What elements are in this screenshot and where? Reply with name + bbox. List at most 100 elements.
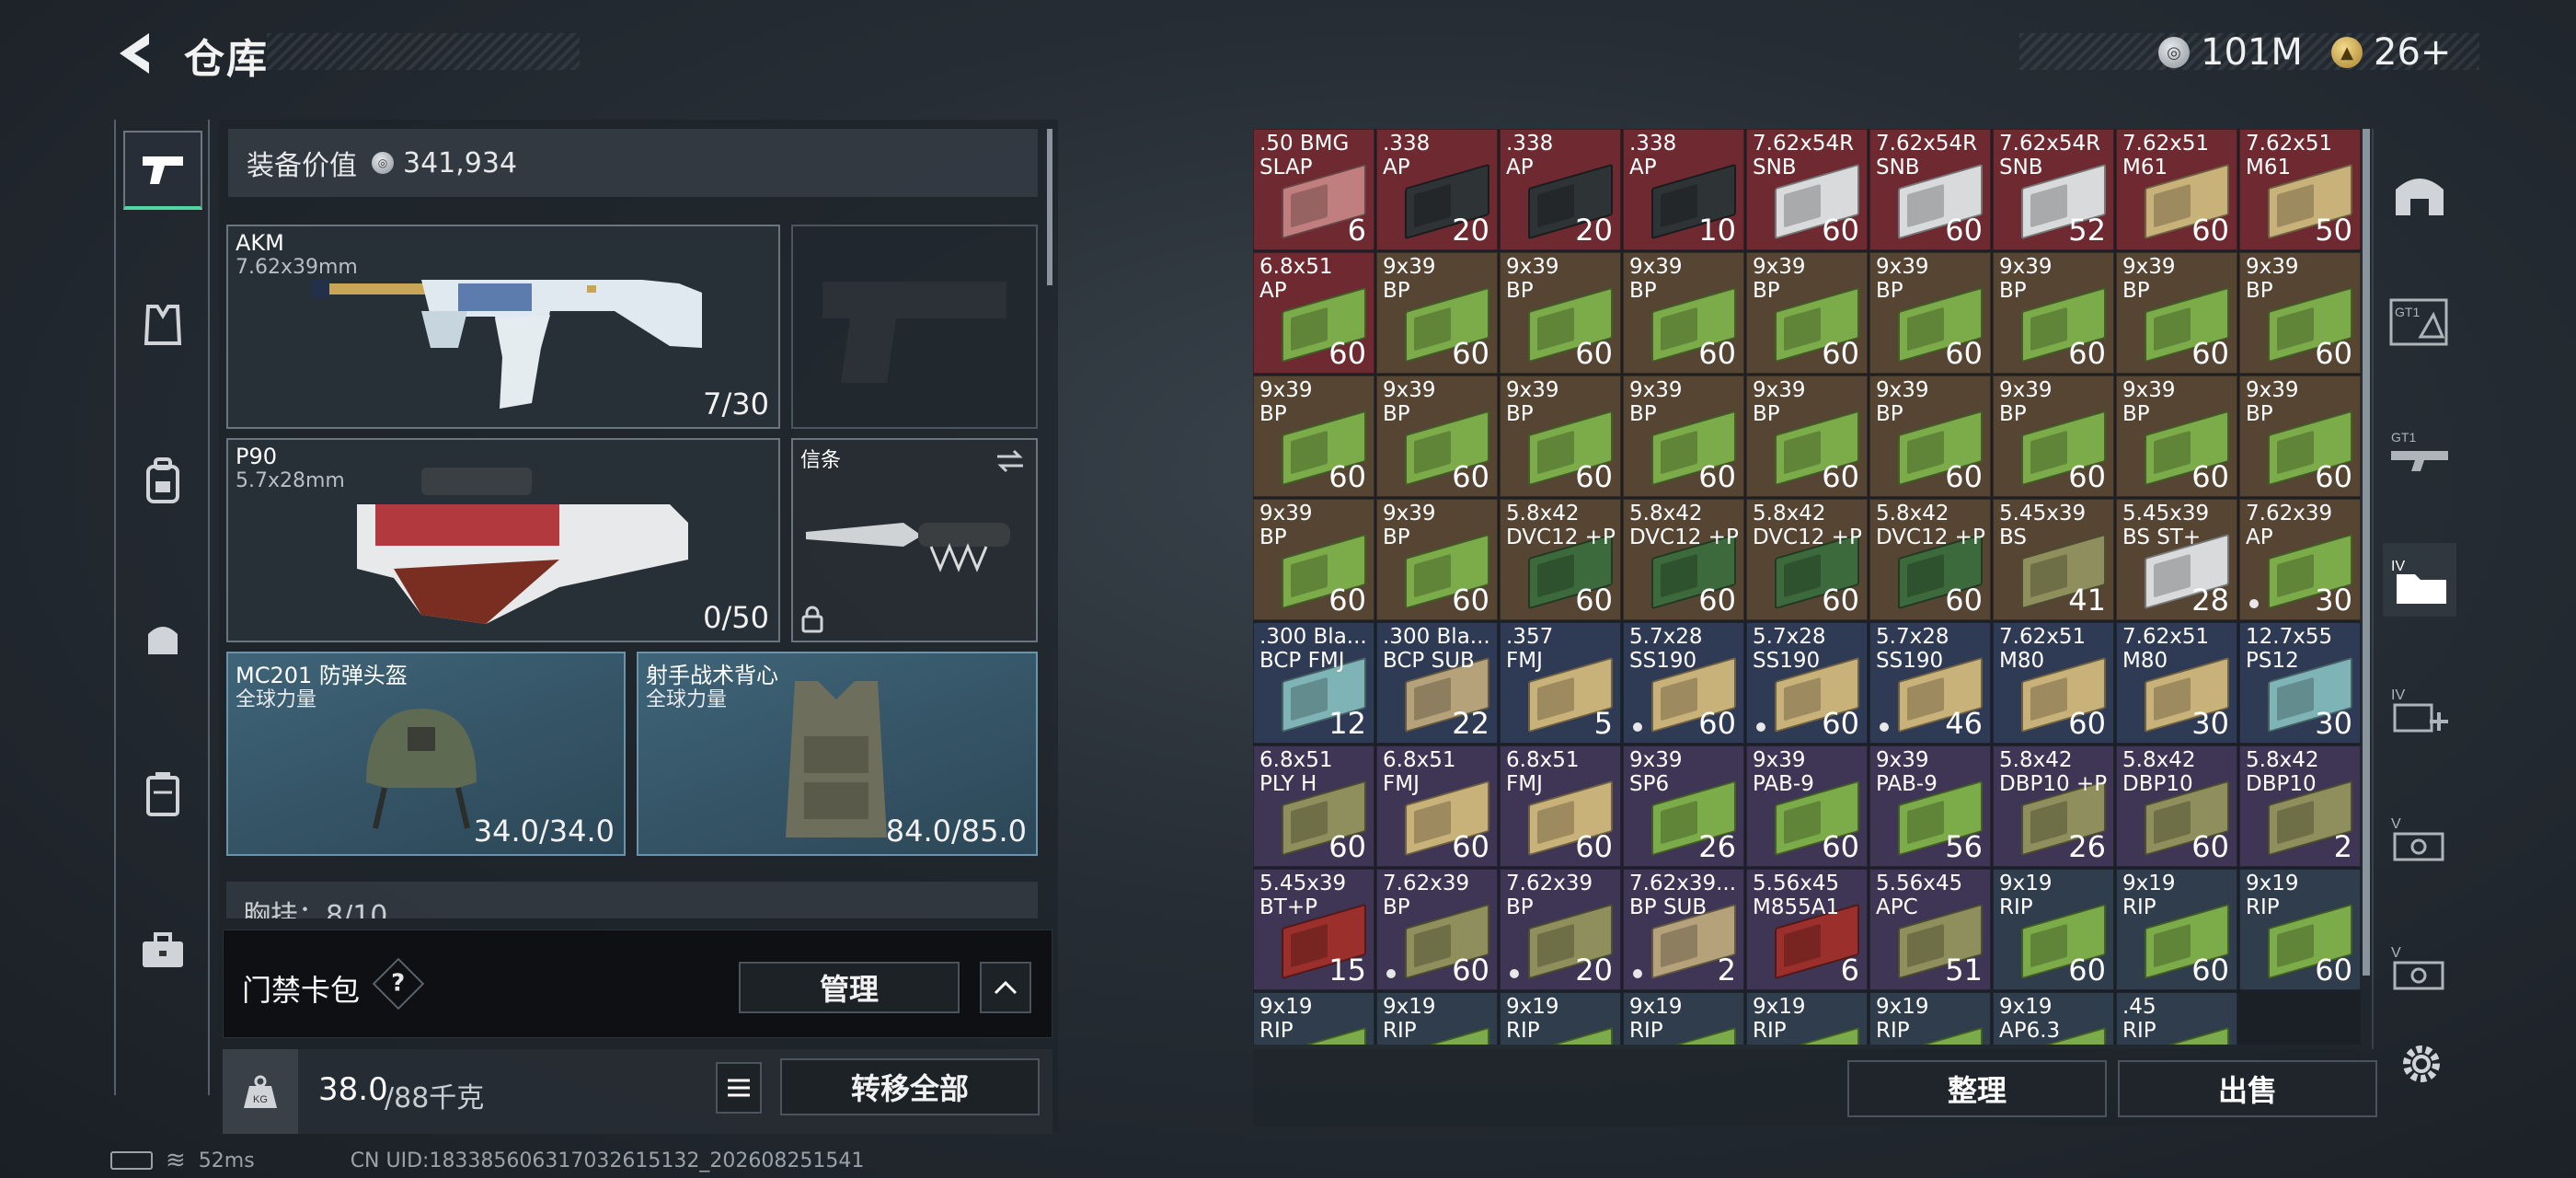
sell-button[interactable]: 出售 [2118, 1060, 2377, 1117]
list-view-button[interactable] [716, 1062, 762, 1114]
ammo-item[interactable]: .357 FMJ 5 [1500, 622, 1621, 744]
ammo-item[interactable]: 9x19 RIP [1500, 992, 1621, 1045]
ammo-item[interactable]: 9x19 RIP [1746, 992, 1868, 1045]
ammo-item[interactable]: 9x39 BP 60 [1869, 375, 1991, 497]
tool-v-case[interactable]: V [2383, 801, 2456, 874]
ammo-item[interactable]: .338 AP 20 [1376, 129, 1498, 250]
ammo-item[interactable]: 5.8x42 DVC12 +P 60 [1746, 499, 1868, 620]
ammo-item[interactable]: 9x19 RIP [1869, 992, 1991, 1045]
ammo-item[interactable]: .338 AP 10 [1623, 129, 1744, 250]
sidearm-slot-empty[interactable] [791, 225, 1038, 429]
ammo-item[interactable]: 5.7x28 SS190 60 [1746, 622, 1868, 744]
ammo-item[interactable]: .338 AP 20 [1500, 129, 1621, 250]
gold-currency[interactable]: ▲ 26+ [2331, 31, 2451, 74]
ammo-item[interactable]: 9x39 BP 60 [1376, 252, 1498, 374]
ammo-item[interactable]: 7.62x51 M61 60 [2116, 129, 2237, 250]
nav-vest[interactable] [123, 285, 202, 364]
ammo-item[interactable]: 9x39 BP 60 [1376, 499, 1498, 620]
ammo-item[interactable]: 9x39 BP 60 [2116, 375, 2237, 497]
ammo-item[interactable]: 6.8x51 FMJ 60 [1500, 745, 1621, 867]
ammo-item[interactable]: 5.8x42 DBP10 60 [2116, 745, 2237, 867]
tool-gt1[interactable]: GT1 [2383, 285, 2456, 359]
melee-slot[interactable]: 信条 [791, 438, 1038, 642]
ammo-item[interactable]: 6.8x51 PLY H 60 [1253, 745, 1374, 867]
ammo-item[interactable]: 9x39 BP 60 [1993, 252, 2114, 374]
transfer-all-button[interactable]: 转移全部 [780, 1058, 1040, 1115]
ammo-item[interactable]: 9x39 BP 60 [1253, 499, 1374, 620]
ammo-item[interactable]: .300 Bla... BCP FMJ 12 [1253, 622, 1374, 744]
ammo-item[interactable]: 9x39 BP 60 [1746, 375, 1868, 497]
tool-helmet-slot[interactable] [2383, 156, 2456, 230]
ammo-item[interactable]: 5.56x45 APC 51 [1869, 869, 1991, 990]
ammo-item[interactable]: 9x39 SP6 26 [1623, 745, 1744, 867]
ammo-item[interactable]: 9x19 RIP [1623, 992, 1744, 1045]
ammo-item[interactable]: 9x39 BP 60 [2239, 252, 2361, 374]
collapse-button[interactable] [980, 962, 1031, 1013]
ammo-item[interactable]: 9x39 BP 60 [1746, 252, 1868, 374]
ammo-item[interactable]: .300 Bla... BCP SUB 22 [1376, 622, 1498, 744]
ammo-item[interactable]: 9x19 RIP 60 [2116, 869, 2237, 990]
ammo-item[interactable]: 7.62x51 M80 30 [2116, 622, 2237, 744]
swap-arrows-icon[interactable] [994, 447, 1027, 475]
primary-weapon-slot[interactable]: AKM 7.62x39mm 7/30 [226, 225, 780, 429]
ammo-item[interactable]: 5.45x39 BS ST+ 28 [2116, 499, 2237, 620]
keycard-help-icon[interactable]: ? [372, 957, 425, 1011]
tool-v-case-2[interactable]: V [2383, 930, 2456, 1003]
ammo-item[interactable]: 9x39 BP 60 [1993, 375, 2114, 497]
ammo-item[interactable]: 9x39 BP 60 [1253, 375, 1374, 497]
settings-button[interactable] [2396, 1038, 2447, 1090]
ammo-item[interactable]: 7.62x54R SNB 52 [1993, 129, 2114, 250]
ammo-item[interactable]: 9x19 RIP 60 [1993, 869, 2114, 990]
equipment-scrollbar[interactable] [1047, 129, 1052, 285]
sort-button[interactable]: 整理 [1847, 1060, 2107, 1117]
ammo-item[interactable]: 6.8x51 FMJ 60 [1376, 745, 1498, 867]
ammo-item[interactable]: 7.62x54R SNB 60 [1869, 129, 1991, 250]
ammo-item[interactable]: 5.45x39 BT+P 15 [1253, 869, 1374, 990]
ammo-item[interactable]: .50 BMG SLAP 6 [1253, 129, 1374, 250]
nav-toolbox[interactable] [123, 911, 202, 990]
ammo-item[interactable]: 5.8x42 DBP10 +P 26 [1993, 745, 2114, 867]
grid-scrollbar-thumb[interactable] [2363, 129, 2370, 976]
ammo-item[interactable]: 5.8x42 DVC12 +P 60 [1869, 499, 1991, 620]
armor-slot[interactable]: 射手战术背心 全球力量 84.0/85.0 [637, 652, 1038, 856]
ammo-item[interactable]: 9x39 PAB-9 56 [1869, 745, 1991, 867]
ammo-item[interactable]: 7.62x39 BP 60 [1376, 869, 1498, 990]
manage-button[interactable]: 管理 [739, 962, 960, 1013]
nav-backpack[interactable] [123, 442, 202, 521]
ammo-item[interactable]: 7.62x39 AP 30 [2239, 499, 2361, 620]
ammo-item[interactable]: 7.62x51 M61 50 [2239, 129, 2361, 250]
ammo-item[interactable]: 7.62x51 M80 60 [1993, 622, 2114, 744]
ammo-item[interactable]: 9x39 BP 60 [1376, 375, 1498, 497]
ammo-item[interactable]: 9x39 BP 60 [1869, 252, 1991, 374]
silver-currency[interactable]: ◎ 101M [2158, 31, 2303, 74]
ammo-item[interactable]: 9x19 AP6.3 [1993, 992, 2114, 1045]
chest-rig-row[interactable]: 胸挂：8/10 [226, 882, 1038, 918]
tool-iv-folder[interactable]: IV [2383, 543, 2456, 617]
tool-gt1-rifle[interactable]: GT1 [2383, 414, 2456, 488]
ammo-item[interactable]: 7.62x54R SNB 60 [1746, 129, 1868, 250]
ammo-item[interactable]: 9x39 BP 60 [1500, 375, 1621, 497]
ammo-item[interactable]: 5.7x28 SS190 60 [1623, 622, 1744, 744]
ammo-item[interactable]: 9x39 BP 60 [1623, 375, 1744, 497]
ammo-item[interactable]: 5.8x42 DVC12 +P 60 [1623, 499, 1744, 620]
nav-weapons[interactable] [123, 131, 202, 210]
ammo-item[interactable]: 6.8x51 AP 60 [1253, 252, 1374, 374]
ammo-item[interactable]: 9x39 BP 60 [2116, 252, 2237, 374]
ammo-item[interactable]: 9x39 BP 60 [1500, 252, 1621, 374]
ammo-item[interactable]: 9x19 RIP [1253, 992, 1374, 1045]
back-button[interactable] [109, 26, 164, 81]
ammo-item[interactable]: 12.7x55 PS12 30 [2239, 622, 2361, 744]
secondary-weapon-slot[interactable]: P90 5.7x28mm 0/50 [226, 438, 780, 642]
nav-bag[interactable] [123, 598, 202, 677]
ammo-item[interactable]: .45 RIP [2116, 992, 2237, 1045]
tool-iv-add[interactable]: IV [2383, 672, 2456, 745]
ammo-item[interactable]: 5.8x42 DVC12 +P 60 [1500, 499, 1621, 620]
ammo-item[interactable]: 9x39 BP 60 [1623, 252, 1744, 374]
helmet-slot[interactable]: MC201 防弹头盔 全球力量 34.0/34.0 [226, 652, 626, 856]
ammo-item[interactable]: 5.45x39 BS 41 [1993, 499, 2114, 620]
ammo-item[interactable]: 7.62x39... BP SUB 2 [1623, 869, 1744, 990]
ammo-item[interactable]: 5.56x45 M855A1 6 [1746, 869, 1868, 990]
ammo-item[interactable]: 9x39 BP 60 [2239, 375, 2361, 497]
ammo-item[interactable]: 5.7x28 SS190 46 [1869, 622, 1991, 744]
nav-case[interactable] [123, 755, 202, 834]
